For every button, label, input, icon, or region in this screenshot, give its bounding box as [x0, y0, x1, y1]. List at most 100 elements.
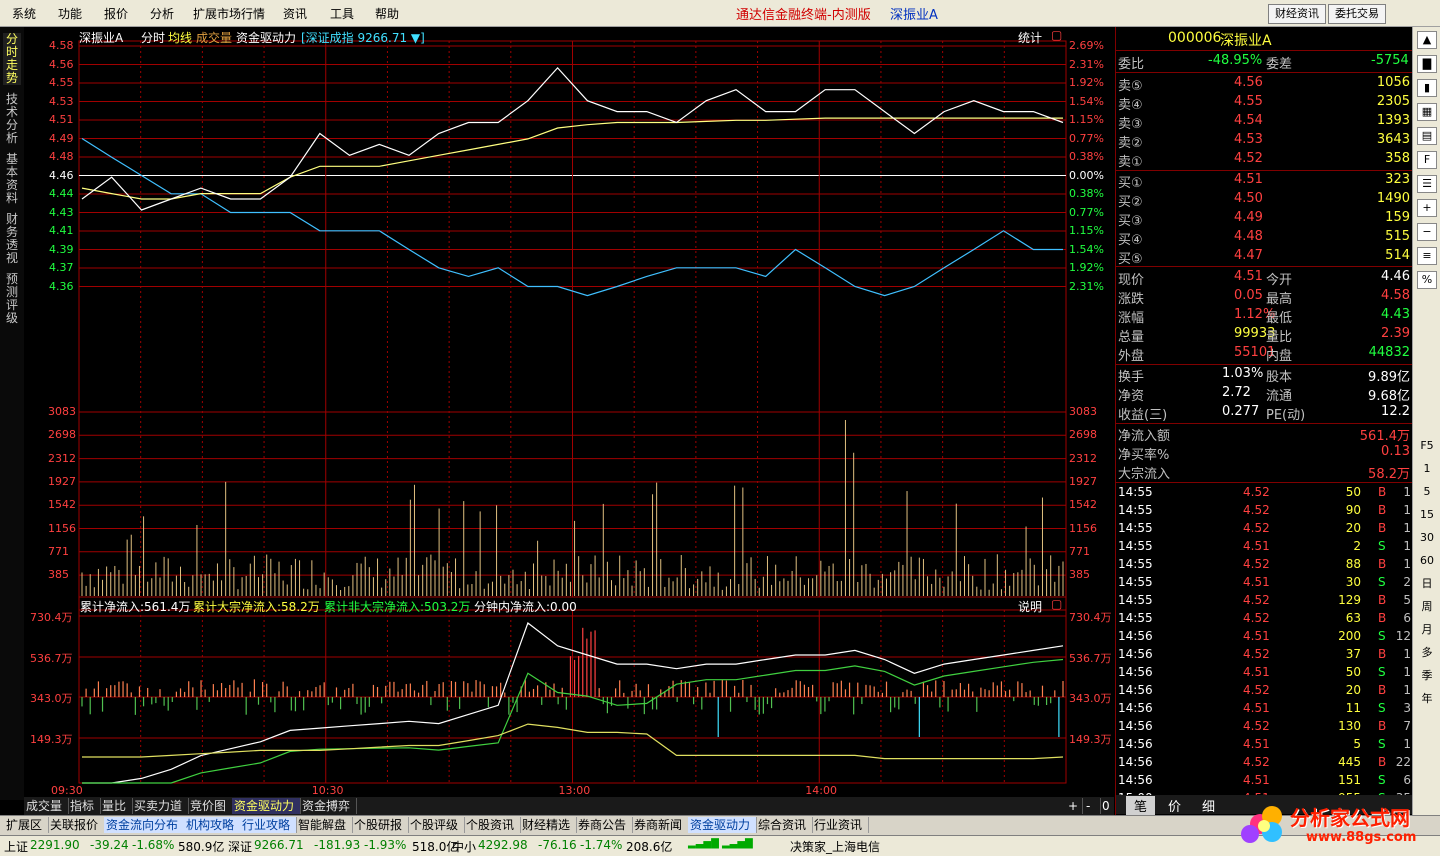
chart-item-fenshi[interactable]: 分时	[141, 29, 165, 46]
compare-icon[interactable]: ≡	[1417, 247, 1437, 265]
chart-item-volume[interactable]: 成交量	[196, 29, 232, 46]
period-5[interactable]: 60	[1417, 552, 1437, 570]
period-2[interactable]: 5	[1417, 483, 1437, 501]
extension-tab[interactable]: 资金流向分布	[104, 817, 185, 833]
tab-intraday[interactable]: 分时走势	[3, 33, 21, 85]
flow-explain-button[interactable]: 说明	[1018, 598, 1042, 615]
period-7[interactable]: 周	[1417, 598, 1437, 616]
tab-detail[interactable]: 细	[1202, 796, 1215, 815]
flow-stat-row: 大宗流入 58.2万	[1116, 462, 1413, 482]
period-9[interactable]: 多	[1417, 644, 1437, 662]
period-3[interactable]: 15	[1417, 506, 1437, 524]
indicator-tab[interactable]: 资金驱动力	[232, 798, 301, 814]
period-4[interactable]: 30	[1417, 529, 1437, 547]
extension-tab[interactable]: 资金驱动力	[688, 817, 757, 833]
extension-tab[interactable]: 机构攻略	[184, 817, 241, 833]
tab-tick[interactable]: 笔	[1126, 796, 1156, 815]
buy-row[interactable]: 买① 4.51 323	[1116, 171, 1413, 191]
stat-label: 外盘	[1118, 349, 1145, 364]
tab-technical[interactable]: 技术分析	[3, 93, 21, 145]
period-11[interactable]: 年	[1417, 690, 1437, 708]
tick-count: 5	[1403, 593, 1411, 607]
menu-system[interactable]: 系统	[12, 5, 36, 22]
extension-tab[interactable]: 财经精选	[520, 817, 577, 833]
tab-ratings[interactable]: 预测评级	[3, 273, 21, 325]
stat-label: 现价	[1118, 273, 1145, 288]
list-icon[interactable]: ☰	[1417, 175, 1437, 193]
candle-icon[interactable]: ▮	[1417, 79, 1437, 97]
period-6[interactable]: 日	[1417, 575, 1437, 593]
indicator-tab[interactable]: 量比	[100, 798, 133, 814]
menu-help[interactable]: 帮助	[375, 5, 399, 22]
stat-box-icon[interactable]: ▢	[1051, 28, 1062, 42]
chart-item-avg[interactable]: 均线	[168, 29, 192, 46]
bar-chart-icon[interactable]: ▇	[1417, 55, 1437, 73]
menu-quote[interactable]: 报价	[104, 5, 128, 22]
zoom-in-icon[interactable]: +	[1417, 199, 1437, 217]
sell-row[interactable]: 卖⑤ 4.56 1056	[1116, 74, 1413, 94]
line-chart-icon[interactable]: ▲	[1417, 31, 1437, 49]
extension-tab[interactable]: 关联报价	[48, 817, 105, 833]
tab-price[interactable]: 价	[1168, 796, 1181, 815]
tick-row: 14:55 4.52 88 B 1	[1116, 556, 1413, 574]
f10-icon[interactable]: F	[1417, 151, 1437, 169]
extension-tab[interactable]: 行业攻略	[240, 817, 297, 833]
period-10[interactable]: 季	[1417, 667, 1437, 685]
period-8[interactable]: 月	[1417, 621, 1437, 639]
flow-box-icon[interactable]: ▢	[1051, 597, 1062, 611]
index-pct: -1.68%	[132, 838, 175, 852]
extension-tab[interactable]: 券商公告	[576, 817, 633, 833]
index-indicator[interactable]: [深证成指 9266.71 ▼]	[301, 29, 425, 46]
period-1[interactable]: 1	[1417, 460, 1437, 478]
intraday-chart[interactable]: 深振业A 分时 均线 成交量 资金驱动力 [深证成指 9266.71 ▼] 统计…	[24, 27, 1114, 800]
trade-button[interactable]: 委托交易	[1328, 4, 1386, 24]
tab-financials[interactable]: 财务透视	[3, 213, 21, 265]
extension-tab[interactable]: 综合资讯	[756, 817, 813, 833]
indicator-tab[interactable]: 成交量	[24, 798, 69, 814]
period-0[interactable]: F5	[1417, 437, 1437, 455]
extension-tab[interactable]: 券商新闻	[632, 817, 689, 833]
grid-icon[interactable]: ▦	[1417, 103, 1437, 121]
chart-item-fund-drive[interactable]: 资金驱动力	[236, 29, 296, 46]
volume-tick-left: 2312	[48, 451, 76, 465]
menu-ext-market[interactable]: 扩展市场行情	[193, 5, 265, 22]
extension-tab[interactable]: 行业资讯	[812, 817, 869, 833]
menu-news[interactable]: 资讯	[283, 5, 307, 22]
order-price: 4.55	[1234, 94, 1263, 109]
sell-row[interactable]: 卖③ 4.54 1393	[1116, 112, 1413, 132]
table-icon[interactable]: ▤	[1417, 127, 1437, 145]
indicator-tab[interactable]: 买卖力道	[132, 798, 189, 814]
buy-row[interactable]: 买⑤ 4.47 514	[1116, 247, 1413, 267]
tab-fundamentals[interactable]: 基本资料	[3, 153, 21, 205]
extension-tab[interactable]: 个股研报	[352, 817, 409, 833]
extension-tab[interactable]: 个股评级	[408, 817, 465, 833]
tick-bs: B	[1378, 485, 1387, 499]
extension-tab[interactable]: 智能解盘	[296, 817, 353, 833]
news-button[interactable]: 财经资讯	[1268, 4, 1326, 24]
menu-function[interactable]: 功能	[58, 5, 82, 22]
indicator-tab[interactable]: 竞价图	[188, 798, 233, 814]
index-pct: -1.93%	[364, 838, 407, 852]
tick-time: 14:56	[1118, 773, 1153, 787]
price-tick: 4.44	[49, 187, 74, 200]
buy-row[interactable]: 买② 4.50 1490	[1116, 190, 1413, 210]
extension-tab[interactable]: 个股资讯	[464, 817, 521, 833]
sell-row[interactable]: 卖② 4.53 3643	[1116, 131, 1413, 151]
menu-analysis[interactable]: 分析	[150, 5, 174, 22]
sell-row[interactable]: 卖① 4.52 358	[1116, 150, 1413, 170]
zoom-out-icon[interactable]: −	[1417, 223, 1437, 241]
buy-row[interactable]: 买③ 4.49 159	[1116, 209, 1413, 229]
extension-tab[interactable]: 扩展区	[4, 817, 49, 833]
zoom-in-button[interactable]: +	[1066, 798, 1083, 814]
stat-label: 股本	[1266, 370, 1293, 385]
buy-row[interactable]: 买④ 4.48 515	[1116, 228, 1413, 248]
sell-row[interactable]: 卖④ 4.55 2305	[1116, 93, 1413, 113]
menu-tools[interactable]: 工具	[330, 5, 354, 22]
tick-volume: 2	[1353, 539, 1361, 553]
indicator-tab[interactable]: 指标	[68, 798, 101, 814]
percent-icon[interactable]: %	[1417, 271, 1437, 289]
flow-tick-right: 730.4万	[1069, 611, 1112, 624]
zoom-out-button[interactable]: -	[1084, 798, 1101, 814]
indicator-tab[interactable]: 资金搏弈	[300, 798, 357, 814]
stat-button[interactable]: 统计	[1018, 29, 1042, 46]
